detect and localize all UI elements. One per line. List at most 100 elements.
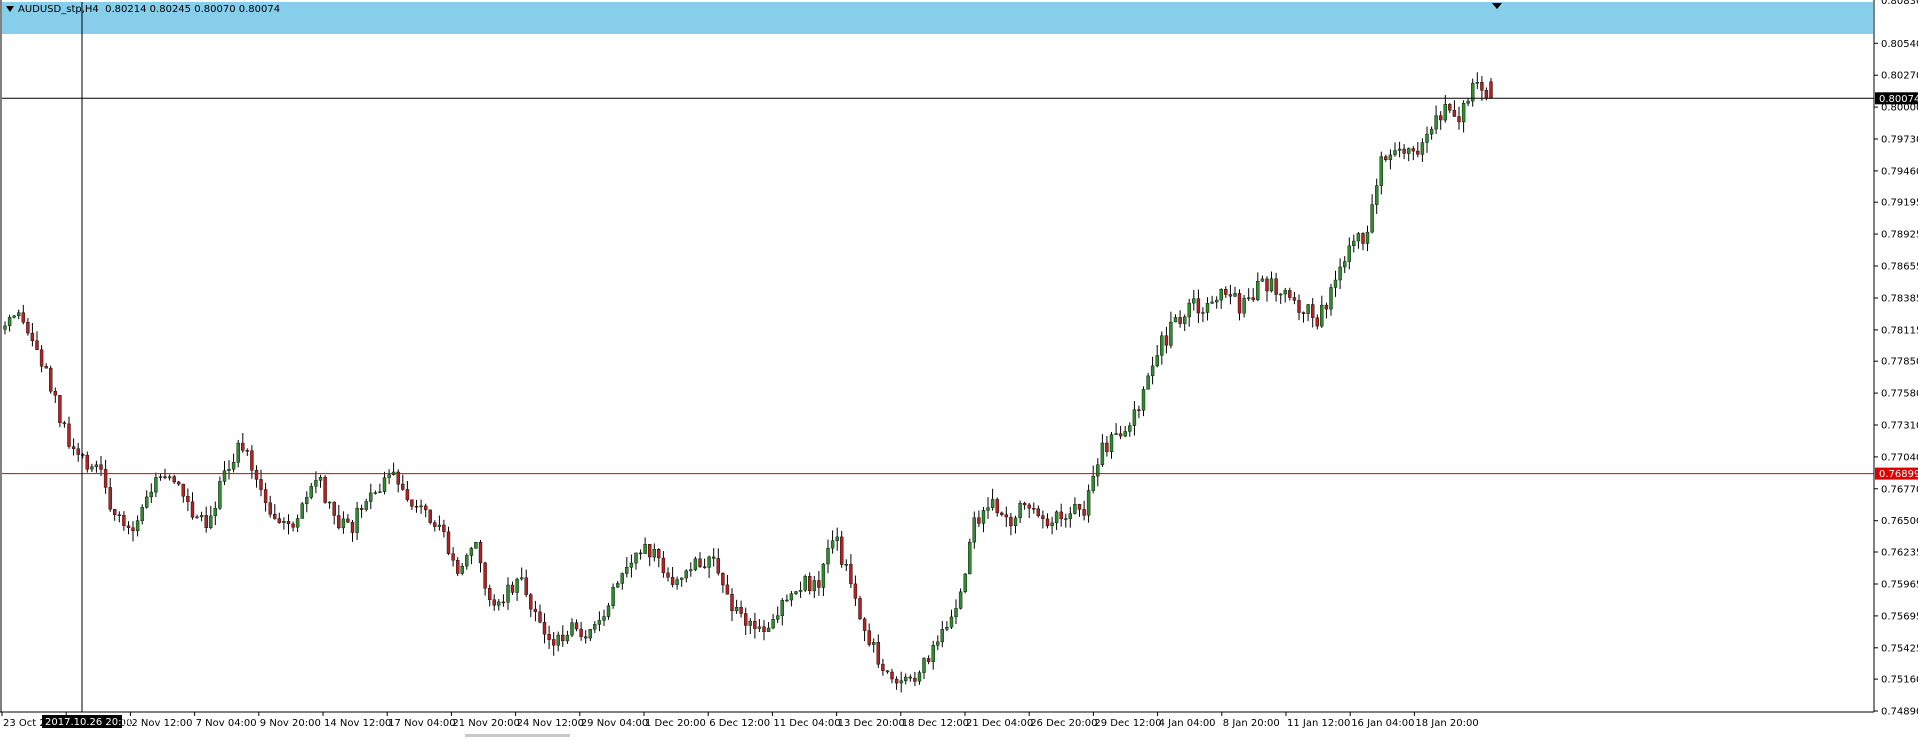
candle-body	[456, 560, 460, 574]
candle-body	[460, 566, 464, 574]
candle-body	[7, 317, 12, 326]
candle-body	[314, 480, 318, 487]
time-label: 29 Nov 04:00	[581, 718, 648, 729]
price-chart[interactable]: 0.805400.802700.800000.797300.794600.791…	[0, 0, 1918, 737]
candle-body	[167, 476, 172, 479]
candle-body	[1416, 150, 1420, 155]
candle-body	[1096, 464, 1100, 477]
candle-body	[323, 477, 327, 503]
candle-body	[369, 492, 373, 502]
candle-body	[872, 642, 876, 645]
candle-body	[112, 509, 117, 515]
candle-body	[926, 658, 931, 662]
candle-body	[144, 496, 149, 508]
candle-body	[378, 491, 382, 493]
candle-body	[904, 676, 908, 682]
time-label: 17 Nov 04:00	[388, 718, 455, 729]
candle-body	[401, 483, 405, 490]
candle-body	[1086, 490, 1091, 516]
candle-body	[250, 450, 254, 471]
candle-body	[1105, 442, 1109, 452]
candle-body	[1443, 104, 1448, 121]
candle-body	[808, 576, 812, 592]
candle-body	[1260, 278, 1265, 282]
candle-body	[579, 628, 583, 638]
candle-body	[469, 548, 474, 556]
candle-body	[497, 601, 501, 606]
candle-body	[140, 507, 144, 521]
candle-body	[1406, 148, 1411, 154]
candle-body	[1077, 504, 1082, 510]
candle-body	[1352, 240, 1356, 247]
candle-body	[766, 627, 771, 632]
candle-body	[853, 583, 858, 599]
time-label: 11 Dec 04:00	[773, 718, 840, 729]
candle-body	[181, 483, 186, 497]
candle-body	[213, 508, 218, 517]
candle-body	[524, 577, 528, 595]
candle-body	[1347, 245, 1352, 262]
candle-body	[1233, 293, 1237, 297]
candle-body	[936, 641, 940, 646]
candle-body	[53, 391, 57, 396]
candle-body	[1109, 434, 1114, 453]
candle-body	[85, 455, 90, 470]
candle-body	[195, 516, 199, 519]
symbol-header[interactable]: AUDUSD_stp,H4 0.80214 0.80245 0.80070 0.…	[6, 4, 280, 15]
candle-body	[835, 536, 839, 541]
time-label: 6 Dec 12:00	[709, 718, 770, 729]
candle-body	[1155, 355, 1159, 367]
candle-body	[1297, 300, 1301, 313]
candle-body	[488, 588, 492, 600]
time-label: 1 Dec 20:00	[645, 718, 706, 729]
candle-body	[899, 680, 903, 684]
candle-body	[35, 340, 39, 350]
collapse-triangle-icon[interactable]	[6, 6, 14, 12]
time-label: 29 Dec 12:00	[1094, 718, 1161, 729]
candle-body	[382, 477, 387, 493]
candle-body	[291, 523, 295, 528]
candle-body	[830, 540, 835, 549]
price-tick-label: 0.76500	[1881, 516, 1918, 527]
candle-body	[712, 556, 716, 559]
candle-body	[1059, 511, 1063, 520]
candle-body	[867, 630, 871, 645]
candles-layer	[3, 72, 1493, 693]
candle-body	[1374, 185, 1379, 205]
price-tick-label: 0.79195	[1881, 198, 1918, 209]
candle-body	[1461, 103, 1466, 123]
candle-body	[90, 466, 94, 470]
candle-body	[680, 577, 684, 580]
candle-body	[1384, 156, 1388, 161]
candle-body	[1178, 317, 1182, 324]
candle-body	[990, 499, 995, 508]
candle-body	[1251, 297, 1255, 300]
candle-body	[1004, 514, 1008, 518]
candle-body	[616, 583, 620, 588]
candle-body	[483, 562, 487, 589]
candle-body	[542, 622, 547, 635]
candle-body	[625, 567, 629, 574]
candle-body	[332, 501, 336, 516]
candle-body	[684, 570, 688, 579]
candle-body	[552, 639, 556, 646]
candle-body	[1132, 409, 1137, 426]
chart-window[interactable]: 0.805400.802700.800000.797300.794600.791…	[0, 0, 1918, 737]
candle-body	[1457, 116, 1461, 123]
candle-body	[337, 515, 341, 529]
time-label: 13 Dec 20:00	[838, 718, 905, 729]
candle-body	[44, 366, 48, 369]
candle-body	[661, 557, 666, 574]
candle-body	[611, 587, 615, 607]
candle-body	[629, 562, 634, 568]
candle-body	[1013, 517, 1018, 527]
candle-body	[1091, 475, 1095, 491]
candle-body	[556, 634, 560, 646]
candle-body	[103, 469, 108, 488]
candle-body	[318, 477, 323, 481]
candle-body	[977, 517, 981, 524]
candle-body	[597, 620, 602, 625]
candle-body	[1338, 266, 1342, 281]
candle-body	[1306, 304, 1310, 314]
candle-body	[606, 605, 611, 617]
